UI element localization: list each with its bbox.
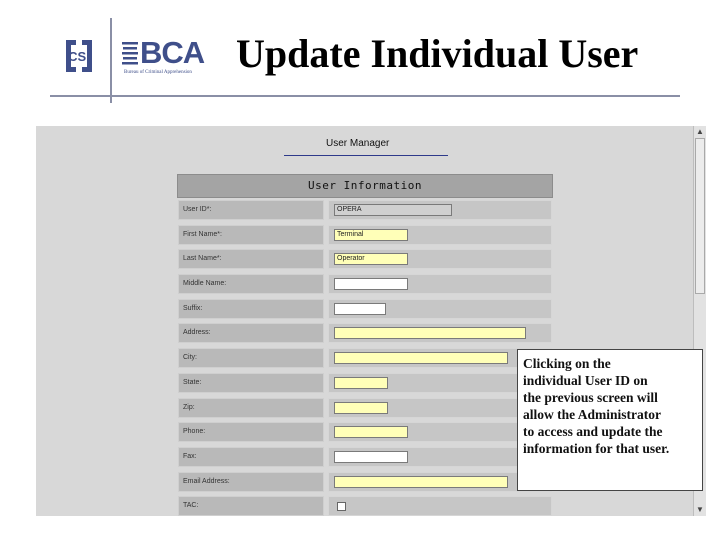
form-row: Phone:: [177, 420, 553, 445]
slide-title: Update Individual User: [236, 31, 639, 76]
bca-logo-text: BCA: [140, 35, 205, 70]
callout-line: to access and update the: [523, 424, 663, 439]
field-label: Zip:: [178, 397, 324, 418]
form-row: Address:: [177, 321, 553, 346]
callout-line: allow the Administrator: [523, 407, 661, 422]
field-value-cell: OPERA: [328, 200, 552, 220]
form-row: State:: [177, 371, 553, 396]
form-row: Zip:: [177, 396, 553, 421]
field-label: City:: [178, 348, 324, 369]
email-address-input[interactable]: [334, 475, 508, 488]
form-rows: User ID*: OPERA First Name*: Terminal Last N…: [177, 198, 553, 516]
state-input[interactable]: [334, 376, 388, 389]
first-name-input[interactable]: Terminal: [334, 228, 408, 241]
form-row: TAC:: [177, 494, 553, 516]
csi-logo: CSI: [66, 40, 92, 72]
field-value-cell: [328, 298, 552, 319]
form-row: User ID*: OPERA: [177, 198, 553, 223]
field-label: Suffix:: [178, 298, 324, 319]
callout-line: individual User ID on: [523, 373, 648, 388]
last-name-input[interactable]: Operator: [334, 253, 408, 266]
form-row: City:: [177, 346, 553, 371]
user-information-form: User Information User ID*: OPERA First Nam…: [177, 174, 553, 516]
suffix-input[interactable]: [334, 302, 386, 315]
header-vertical-rule: [110, 18, 112, 103]
field-value-cell: [328, 496, 552, 516]
field-label: Fax:: [178, 446, 324, 467]
scroll-up-arrow-icon[interactable]: ▲: [695, 127, 705, 137]
form-row: Middle Name:: [177, 272, 553, 297]
field-label: First Name*:: [178, 224, 324, 245]
field-label: User ID*:: [178, 200, 324, 220]
field-label: Address:: [178, 323, 324, 344]
csi-logo-text: CSI: [68, 49, 90, 64]
fax-input[interactable]: [334, 450, 408, 463]
field-value-cell: [328, 323, 552, 344]
middle-name-input[interactable]: [334, 278, 408, 291]
header-horizontal-rule: [50, 95, 680, 97]
field-label: TAC:: [178, 496, 324, 516]
phone-input[interactable]: [334, 426, 408, 439]
callout-line: the previous screen will: [523, 390, 658, 405]
form-title: User Information: [177, 174, 553, 198]
explanation-callout: Clicking on the individual User ID on th…: [517, 349, 703, 491]
bca-logo-subtitle: Bureau of Criminal Apprehension: [124, 70, 192, 75]
field-label: State:: [178, 372, 324, 393]
field-value-cell: [328, 274, 552, 295]
form-row: First Name*: Terminal: [177, 223, 553, 248]
field-label: Phone:: [178, 422, 324, 443]
field-value-cell: Terminal: [328, 224, 552, 245]
form-row: Suffix:: [177, 297, 553, 322]
field-label: Last Name*:: [178, 249, 324, 270]
address-input[interactable]: [334, 327, 526, 340]
city-input[interactable]: [334, 352, 508, 365]
page-title: User Manager: [326, 138, 390, 149]
callout-line: Clicking on the: [523, 356, 611, 371]
form-row: Email Address:: [177, 470, 553, 495]
callout-line: information for that user.: [523, 441, 670, 456]
field-label: Middle Name:: [178, 274, 324, 295]
field-label: Email Address:: [178, 471, 324, 492]
form-row: Fax:: [177, 445, 553, 470]
user-id-input[interactable]: OPERA: [334, 204, 452, 216]
form-row: Last Name*: Operator: [177, 247, 553, 272]
tac-checkbox[interactable]: [337, 502, 346, 512]
scroll-down-arrow-icon[interactable]: ▼: [695, 505, 705, 515]
zip-input[interactable]: [334, 401, 388, 414]
page-title-underline: [284, 155, 448, 156]
scrollbar-thumb[interactable]: [695, 138, 705, 294]
field-value-cell: Operator: [328, 249, 552, 270]
